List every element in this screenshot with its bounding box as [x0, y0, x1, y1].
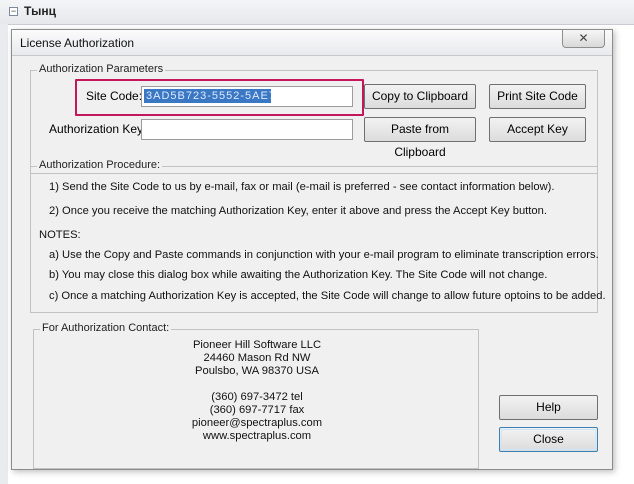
copy-to-clipboard-label: Copy to Clipboard — [371, 89, 469, 103]
dialog-title: License Authorization — [20, 36, 135, 50]
close-button[interactable]: Close — [499, 427, 598, 452]
print-site-code-label: Print Site Code — [497, 89, 578, 103]
dialog-titlebar[interactable]: License Authorization ✕ — [12, 30, 612, 56]
procedure-note: b) You may close this dialog box while a… — [49, 269, 548, 281]
background-panel — [0, 24, 8, 484]
accept-key-button[interactable]: Accept Key — [489, 117, 586, 142]
authorization-procedure-legend: Authorization Procedure: — [37, 159, 163, 171]
copy-to-clipboard-button[interactable]: Copy to Clipboard — [364, 84, 476, 109]
site-code-value: 3AD5B723-5552-5AE75 — [144, 89, 271, 103]
contact-email: pioneer@spectraplus.com — [191, 417, 323, 429]
help-label: Help — [536, 400, 561, 414]
contact-phone: (360) 697-3472 tel — [211, 391, 303, 403]
procedure-step: 1) Send the Site Code to us by e-mail, f… — [49, 181, 555, 193]
authorization-key-label: Authorization Key: — [49, 122, 147, 136]
paste-from-clipboard-button[interactable]: Paste from Clipboard — [364, 117, 476, 159]
authorization-key-field[interactable] — [141, 119, 353, 140]
background-section-header: − Тынц — [0, 0, 634, 25]
contact-company: Pioneer Hill Software LLC — [192, 339, 322, 351]
authorization-contact-legend: For Authorization Contact: — [40, 322, 172, 334]
contact-website: www.spectraplus.com — [202, 430, 312, 442]
help-button[interactable]: Help — [499, 395, 598, 420]
authorization-parameters-legend: Authorization Parameters — [37, 63, 166, 75]
contact-fax: (360) 697-7717 fax — [209, 404, 305, 416]
authorization-contact-group: For Authorization Contact: Pioneer Hill … — [33, 322, 479, 469]
procedure-step: 2) Once you receive the matching Authori… — [49, 205, 547, 217]
paste-from-clipboard-label: Paste from Clipboard — [390, 122, 450, 159]
print-site-code-button[interactable]: Print Site Code — [489, 84, 586, 109]
notes-label: NOTES: — [39, 229, 81, 241]
background-section-title: Тынц — [24, 4, 57, 18]
site-code-label: Site Code: — [86, 89, 143, 103]
authorization-procedure-group: Authorization Procedure: 1) Send the Sit… — [30, 159, 606, 313]
close-label: Close — [533, 432, 564, 446]
collapse-icon[interactable]: − — [9, 7, 18, 16]
contact-city: Poulsbo, WA 98370 USA — [195, 365, 319, 377]
accept-key-label: Accept Key — [507, 122, 568, 136]
close-icon[interactable]: ✕ — [562, 30, 605, 48]
procedure-note: a) Use the Copy and Paste commands in co… — [49, 249, 599, 261]
contact-street: 24460 Mason Rd NW — [203, 352, 311, 364]
procedure-note: c) Once a matching Authorization Key is … — [49, 290, 606, 302]
site-code-field[interactable]: 3AD5B723-5552-5AE75 — [141, 86, 353, 107]
license-authorization-dialog: License Authorization ✕ Authorization Pa… — [11, 29, 613, 470]
